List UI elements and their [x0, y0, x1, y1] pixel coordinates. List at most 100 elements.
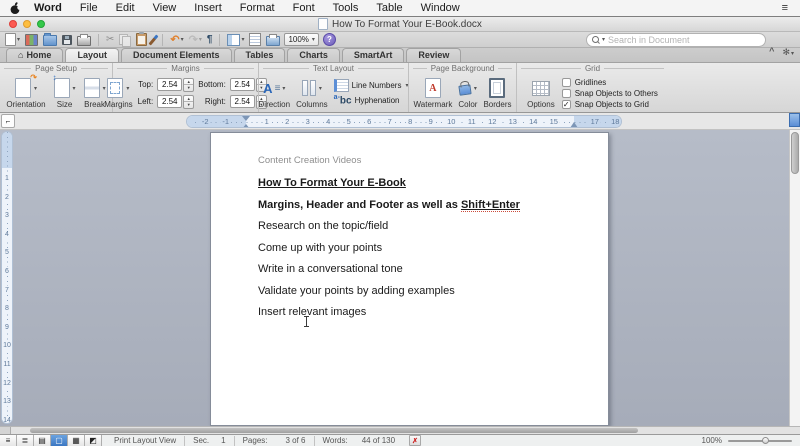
- notebook-button[interactable]: [248, 33, 262, 46]
- view-mode-label[interactable]: Print Layout View: [114, 436, 176, 445]
- document-line[interactable]: Validate your points by adding examples: [258, 286, 520, 297]
- focus-view-button[interactable]: ◩: [85, 435, 102, 446]
- menu-tools[interactable]: Tools: [324, 2, 368, 14]
- vertical-scroll-thumb[interactable]: [791, 132, 799, 174]
- menu-file[interactable]: File: [71, 2, 107, 14]
- page-borders-button[interactable]: Borders: [483, 78, 511, 109]
- checkbox-gridlines[interactable]: Gridlines: [562, 78, 607, 87]
- show-formatting-marks-button[interactable]: ¶: [206, 33, 214, 46]
- tab-stop-selector[interactable]: ⌐: [1, 114, 15, 128]
- standard-toolbar: ▾ ✂ ↶▾ ↷▾ ¶ ▾ 100% ▾ ? ▾ Search in Docum…: [0, 32, 800, 48]
- vertical-ruler[interactable]: 1234567891011121314: [1, 131, 13, 424]
- print-button[interactable]: [76, 33, 92, 46]
- zoom-select[interactable]: 100% ▾: [284, 33, 318, 46]
- save-button[interactable]: [61, 33, 73, 46]
- sidebar-toggle-button[interactable]: ▾: [226, 33, 245, 46]
- open-button[interactable]: [42, 33, 58, 46]
- tab-tables[interactable]: Tables: [234, 48, 286, 62]
- menu-insert[interactable]: Insert: [185, 2, 231, 14]
- menu-word[interactable]: Word: [25, 2, 71, 14]
- notebook-layout-view-button[interactable]: ▦: [68, 435, 85, 446]
- hyphenation-button[interactable]: a-bc Hyphenation: [334, 94, 400, 106]
- new-document-button[interactable]: ▾: [4, 33, 21, 46]
- line-numbers-button[interactable]: Line Numbers ▾: [334, 79, 409, 92]
- direction-button[interactable]: A≡▾ Direction: [259, 78, 291, 109]
- menu-edit[interactable]: Edit: [107, 2, 144, 14]
- menu-table[interactable]: Table: [367, 2, 411, 14]
- group-label: Page Background: [413, 63, 512, 74]
- pages-value[interactable]: 3 of 6: [285, 436, 305, 445]
- search-input[interactable]: ▾ Search in Document: [586, 33, 766, 47]
- top-margin-stepper[interactable]: 2.54▲▼: [157, 78, 194, 92]
- zoom-slider-knob[interactable]: [762, 437, 769, 444]
- tab-charts[interactable]: Charts: [287, 48, 340, 62]
- publishing-layout-view-button[interactable]: ▤: [34, 435, 51, 446]
- print-layout-view-button[interactable]: ▢: [51, 435, 68, 446]
- horizontal-scroll-thumb[interactable]: [30, 428, 638, 433]
- print-preview-button[interactable]: [265, 33, 281, 46]
- orientation-button[interactable]: ▾ Orientation: [6, 78, 45, 109]
- columns-button[interactable]: ▾ Columns: [296, 78, 328, 109]
- tab-layout[interactable]: Layout: [65, 48, 119, 62]
- paste-button[interactable]: [135, 33, 148, 46]
- document-line[interactable]: Come up with your points: [258, 243, 520, 254]
- page-color-button[interactable]: ▾ Color: [458, 78, 477, 109]
- menu-view[interactable]: View: [144, 2, 186, 14]
- menu-window[interactable]: Window: [412, 2, 469, 14]
- collapse-ribbon-button[interactable]: ^: [769, 46, 774, 56]
- ruler-number: 6: [2, 267, 12, 276]
- break-button[interactable]: ▾ Break: [84, 78, 106, 109]
- indent-marker[interactable]: [242, 116, 250, 128]
- tab-document-elements[interactable]: Document Elements: [121, 48, 232, 62]
- size-icon: [54, 78, 70, 98]
- horizontal-scrollbar[interactable]: [0, 426, 800, 434]
- toolbar-separator: [162, 34, 163, 46]
- tab-review[interactable]: Review: [406, 48, 461, 62]
- open-gallery-button[interactable]: [24, 33, 39, 46]
- ruler-number: 7: [2, 286, 12, 295]
- ruler-toggle-button[interactable]: [789, 113, 800, 127]
- outline-view-button[interactable]: ≣: [17, 435, 34, 446]
- document-line[interactable]: Write in a conversational tone: [258, 264, 520, 275]
- document-line-title[interactable]: How To Format Your E-Book: [258, 178, 520, 189]
- vertical-scrollbar[interactable]: [789, 130, 800, 426]
- minimize-window-button[interactable]: [23, 20, 31, 28]
- top-margin-label: Top:: [138, 80, 154, 89]
- document-page[interactable]: Content Creation Videos How To Format Yo…: [210, 132, 609, 426]
- margins-button[interactable]: ▾ Margins: [104, 78, 132, 109]
- checkbox-snap-objects-to-grid[interactable]: ✓Snap Objects to Grid: [562, 100, 649, 109]
- format-painter-button[interactable]: [151, 33, 156, 46]
- ribbon-settings-button[interactable]: ✻▾: [782, 42, 794, 60]
- menu-extra-list-icon[interactable]: ≡: [780, 2, 790, 14]
- dropdown-icon[interactable]: ▾: [17, 36, 20, 43]
- left-margin-stepper[interactable]: 2.54▲▼: [157, 95, 194, 109]
- right-indent-marker[interactable]: [570, 118, 578, 128]
- undo-button[interactable]: ↶▾: [169, 33, 184, 46]
- tab-home[interactable]: ⌂Home: [6, 48, 63, 62]
- close-window-button[interactable]: [9, 20, 17, 28]
- copy-button[interactable]: [118, 33, 132, 46]
- checkbox-snap-objects-to-others[interactable]: Snap Objects to Others: [562, 89, 658, 98]
- help-button[interactable]: ?: [322, 33, 337, 46]
- spelling-status-icon[interactable]: ✗: [409, 435, 421, 446]
- draft-view-button[interactable]: ≡: [0, 435, 17, 446]
- tab-smartart[interactable]: SmartArt: [342, 48, 405, 62]
- document-line[interactable]: Insert relevant images: [258, 307, 520, 318]
- grid-options-button[interactable]: Options: [527, 78, 555, 109]
- size-button[interactable]: ▾ Size: [54, 78, 76, 109]
- redo-button[interactable]: ↷▾: [188, 33, 203, 46]
- document-header-text[interactable]: Content Creation Videos: [258, 155, 361, 166]
- search-scope-dropdown-icon[interactable]: ▾: [602, 36, 605, 43]
- menu-font[interactable]: Font: [284, 2, 324, 14]
- words-value[interactable]: 44 of 130: [362, 436, 395, 445]
- document-line[interactable]: Research on the topic/field: [258, 221, 520, 232]
- menu-format[interactable]: Format: [231, 2, 284, 14]
- horizontal-ruler[interactable]: -2-11234567891011121314151718: [186, 115, 622, 128]
- cut-button[interactable]: ✂: [105, 33, 115, 46]
- apple-menu-icon[interactable]: [10, 2, 21, 15]
- watermark-button[interactable]: Watermark: [414, 78, 453, 109]
- document-line-subtitle[interactable]: Margins, Header and Footer as well as Sh…: [258, 200, 520, 211]
- zoom-slider[interactable]: [728, 440, 792, 442]
- ruler-number: 7: [386, 117, 394, 127]
- zoom-window-button[interactable]: [37, 20, 45, 28]
